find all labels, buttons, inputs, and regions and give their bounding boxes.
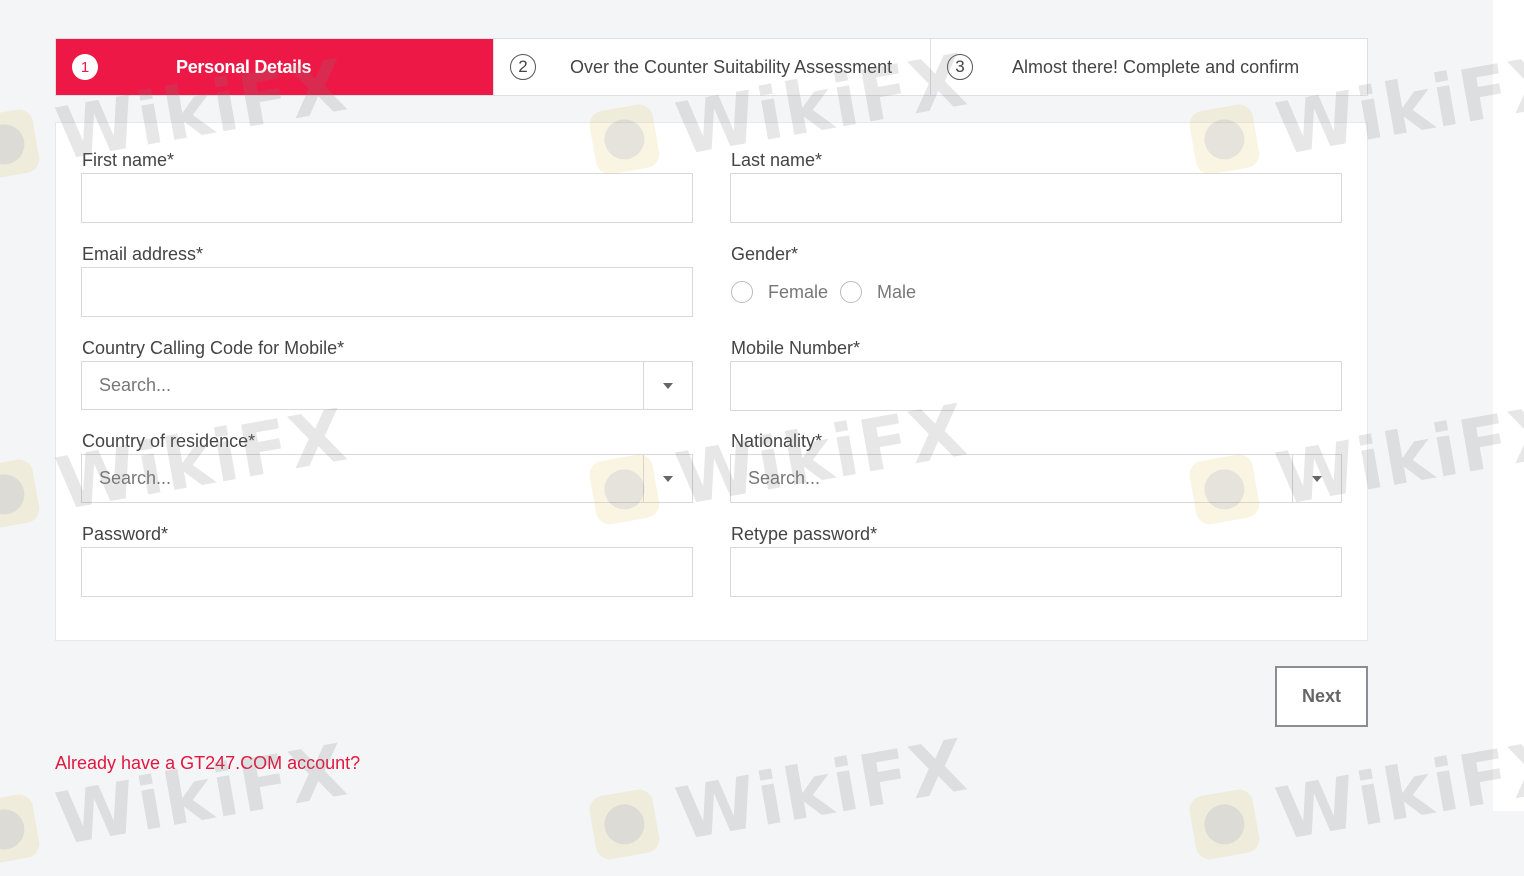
wikifx-logo-icon	[0, 107, 42, 182]
step-complete-confirm[interactable]: 3 Almost there! Complete and confirm	[930, 39, 1367, 95]
wikifx-logo-icon	[587, 787, 662, 862]
watermark: WikiFX	[0, 728, 354, 876]
caret-down-icon	[663, 475, 673, 482]
step-number-3: 3	[947, 54, 973, 80]
watermark: WikiFX	[1186, 723, 1524, 872]
gender-radio-group: Female Male	[731, 281, 928, 303]
caret-down-icon	[663, 382, 673, 389]
calling-code-label: Country Calling Code for Mobile*	[82, 338, 345, 358]
first-name-label: First name*	[82, 150, 175, 170]
gender-female-label[interactable]: Female	[768, 282, 828, 303]
country-residence-dropdown-toggle[interactable]	[643, 455, 692, 502]
watermark: WikiFX	[586, 723, 974, 872]
caret-down-icon	[1312, 475, 1322, 482]
gender-female-radio[interactable]	[731, 281, 753, 303]
nationality-label: Nationality*	[731, 431, 823, 451]
last-name-input[interactable]	[730, 173, 1342, 223]
next-button[interactable]: Next	[1275, 666, 1368, 727]
step-personal-details[interactable]: 1 Personal Details	[56, 39, 493, 95]
email-label: Email address*	[82, 244, 204, 264]
retype-password-label: Retype password*	[731, 524, 878, 544]
calling-code-dropdown-toggle[interactable]	[643, 362, 692, 409]
registration-stepper: 1 Personal Details 2 Over the Counter Su…	[55, 38, 1368, 96]
personal-details-form: First name* Last name* Email address* Ge…	[55, 122, 1368, 641]
nationality-select[interactable]: Search...	[730, 454, 1342, 503]
password-label: Password*	[82, 524, 169, 544]
nationality-dropdown-toggle[interactable]	[1292, 455, 1341, 502]
country-residence-label: Country of residence*	[82, 431, 256, 451]
right-edge-strip	[1493, 0, 1524, 811]
gender-label: Gender*	[731, 244, 799, 264]
country-residence-select[interactable]: Search...	[81, 454, 693, 503]
step-suitability-assessment[interactable]: 2 Over the Counter Suitability Assessmen…	[493, 39, 930, 95]
last-name-label: Last name*	[731, 150, 823, 170]
retype-password-input[interactable]	[730, 547, 1342, 597]
first-name-input[interactable]	[81, 173, 693, 223]
step-label-3: Almost there! Complete and confirm	[1012, 57, 1300, 77]
password-input[interactable]	[81, 547, 693, 597]
step-number-2: 2	[510, 54, 536, 80]
email-input[interactable]	[81, 267, 693, 317]
country-residence-placeholder[interactable]: Search...	[82, 455, 643, 502]
step-label-1: Personal Details	[176, 57, 312, 77]
wikifx-logo-icon	[0, 792, 42, 867]
mobile-number-label: Mobile Number*	[731, 338, 861, 358]
nationality-placeholder[interactable]: Search...	[731, 455, 1292, 502]
wikifx-logo-icon	[1187, 787, 1262, 862]
step-number-1: 1	[72, 54, 98, 80]
calling-code-placeholder[interactable]: Search...	[82, 362, 643, 409]
gender-male-label[interactable]: Male	[877, 282, 916, 303]
gender-male-radio[interactable]	[840, 281, 863, 303]
login-link[interactable]: Already have a GT247.COM account?	[55, 753, 360, 774]
wikifx-logo-icon	[0, 457, 42, 532]
step-label-2: Over the Counter Suitability Assessment	[570, 57, 893, 77]
mobile-number-input[interactable]	[730, 361, 1342, 411]
calling-code-select[interactable]: Search...	[81, 361, 693, 410]
